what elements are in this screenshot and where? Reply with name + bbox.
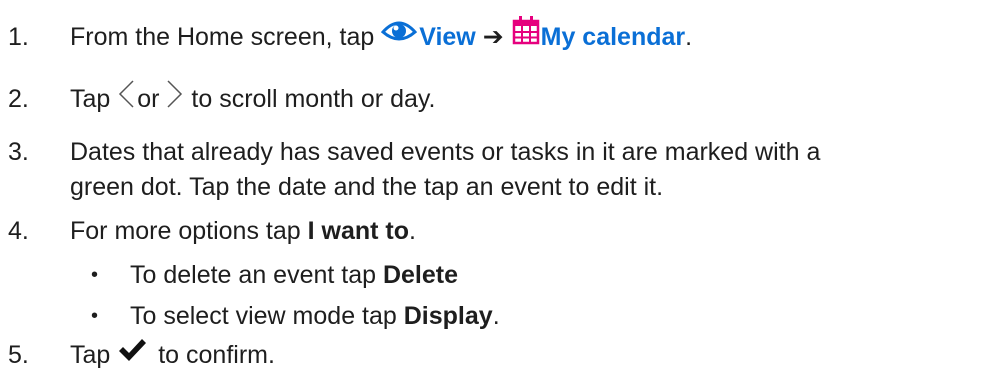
display-label: Display [403, 302, 493, 330]
bullet-text-prefix: To delete an event tap [130, 261, 383, 289]
bullet-text: To delete an event tap Delete [130, 260, 458, 290]
step-text-suffix: to scroll month or day. [184, 85, 436, 113]
step-text-prefix: From the Home screen, tap [70, 23, 382, 51]
i-want-to-label: I want to [307, 217, 410, 245]
step-text: Tap or to scroll month or day. [70, 80, 436, 115]
eye-icon [381, 18, 418, 42]
step-text-suffix: . [685, 23, 693, 51]
step-text: For more options tap I want to. [70, 216, 416, 246]
step-text-line-2: green dot. Tap the date and the tap an e… [70, 173, 664, 201]
step-number: 3. [8, 138, 29, 166]
step-number: 5. [8, 341, 29, 369]
bullet-marker: • [91, 264, 99, 286]
step-text-prefix: Tap [70, 341, 118, 369]
step-text-line-1: Dates that already has saved events or t… [70, 138, 821, 166]
checkmark-icon [117, 337, 147, 363]
step-text-prefix: Tap [70, 85, 118, 113]
step-text-suffix: . [409, 217, 416, 245]
chevron-left-icon [117, 79, 135, 109]
instructions: 1. From the Home screen, tap View ➔ My c… [0, 0, 993, 369]
bullet-text-suffix: . [492, 302, 500, 330]
calendar-icon [511, 15, 541, 45]
step-text-middle: or [137, 85, 167, 113]
step-text-suffix: to confirm. [151, 341, 275, 369]
step-number: 2. [8, 85, 29, 113]
bullet-text-prefix: To select view mode tap [130, 302, 404, 330]
bullet-marker: • [91, 305, 99, 327]
my-calendar-label: My calendar [540, 23, 686, 51]
view-label: View [419, 23, 476, 51]
arrow-glyph: ➔ [482, 23, 504, 51]
bullet-text: To select view mode tap Display. [130, 301, 500, 331]
step-text: From the Home screen, tap View ➔ My cale… [70, 16, 693, 53]
step-number: 1. [8, 23, 29, 51]
delete-label: Delete [382, 261, 459, 289]
chevron-right-icon [166, 79, 184, 109]
step-number: 4. [8, 217, 29, 245]
step-text: Tap to confirm. [70, 337, 275, 370]
step-text-prefix: For more options tap [70, 217, 308, 245]
